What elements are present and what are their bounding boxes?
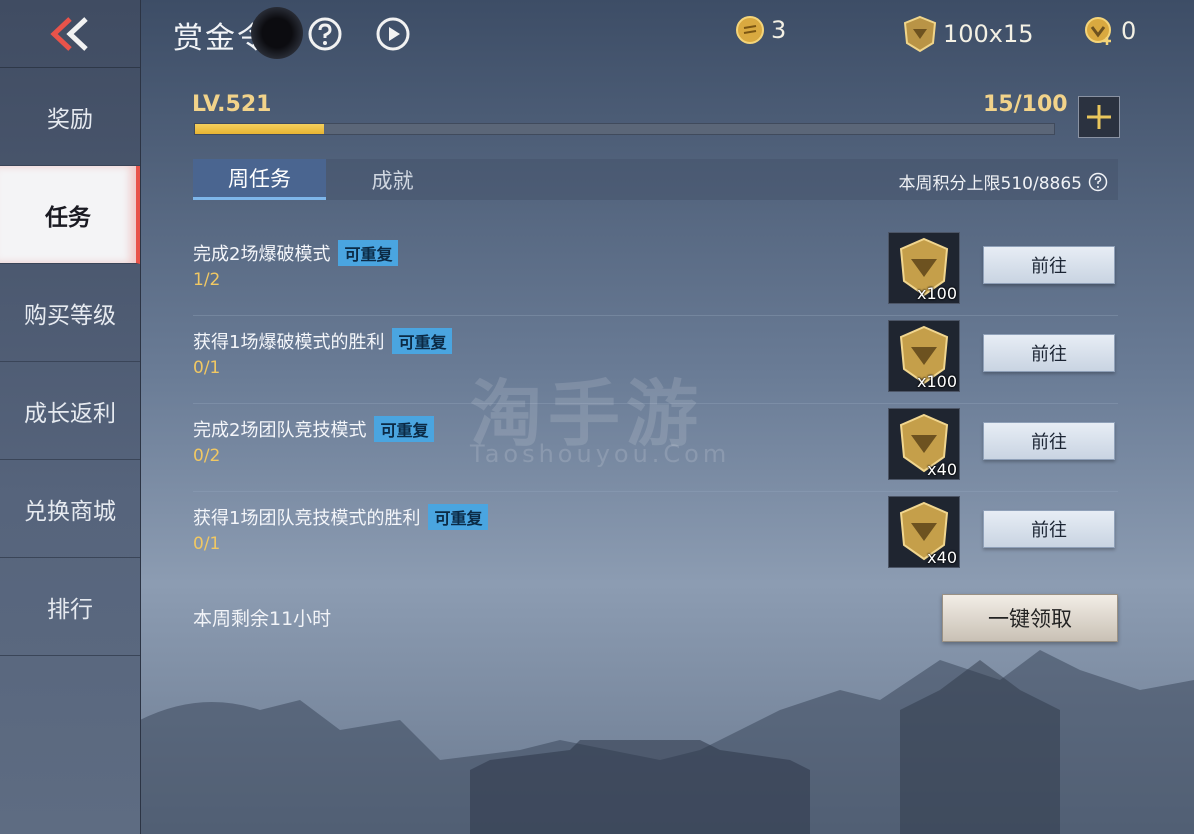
sidebar-item-growth-rebate[interactable]: 成长返利 (0, 362, 140, 460)
repeatable-tag: 可重复 (392, 328, 453, 354)
sidebar-item-tasks[interactable]: 任务 (0, 166, 140, 264)
tabs-bar: 周任务 成就 本周积分上限510/8865 (193, 159, 1118, 200)
task-row: 完成2场团队竞技模式 可重复 0/2 x40 前往 (193, 405, 1118, 492)
reward-count: x100 (916, 284, 957, 303)
task-title-text: 完成2场爆破模式 (193, 244, 331, 265)
reward-item[interactable]: x40 (888, 496, 960, 568)
level-progress-bar (194, 123, 1055, 135)
repeatable-tag: 可重复 (374, 416, 435, 442)
level-label: LV.521 (192, 92, 272, 117)
claim-all-button[interactable]: 一键领取 (942, 594, 1118, 642)
task-title: 完成2场团队竞技模式 可重复 (193, 416, 435, 442)
task-row: 获得1场团队竞技模式的胜利 可重复 0/1 x40 前往 (193, 493, 1118, 579)
reward-count: x100 (916, 372, 957, 391)
task-row: 完成2场爆破模式 可重复 1/2 x100 前往 (193, 229, 1118, 316)
task-progress: 0/1 (193, 534, 221, 554)
sidebar-item-rewards[interactable]: 奖励 (0, 68, 140, 166)
sidebar-item-label: 购买等级 (24, 302, 116, 329)
sidebar-item-label: 奖励 (47, 106, 93, 133)
go-button[interactable]: 前往 (983, 510, 1115, 548)
sidebar-item-ranking[interactable]: 排行 (0, 558, 140, 656)
task-title-text: 获得1场团队竞技模式的胜利 (193, 508, 421, 529)
coin-value: 3 (771, 16, 787, 44)
level-progress-fill (195, 124, 324, 134)
sidebar-item-label: 成长返利 (24, 400, 116, 427)
task-title-text: 获得1场爆破模式的胜利 (193, 332, 385, 353)
task-title: 完成2场爆破模式 可重复 (193, 240, 399, 266)
go-button[interactable]: 前往 (983, 422, 1115, 460)
repeatable-tag: 可重复 (428, 504, 489, 530)
sidebar-item-label: 排行 (47, 596, 93, 623)
reward-count: x40 (927, 548, 957, 567)
medal-value: 100x15 (943, 20, 1034, 48)
medal-currency: 100x15 (903, 15, 1034, 53)
task-title-text: 完成2场团队竞技模式 (193, 420, 367, 441)
task-progress: 1/2 (193, 270, 221, 290)
go-button[interactable]: 前往 (983, 334, 1115, 372)
task-progress: 0/2 (193, 446, 221, 466)
task-row: 获得1场爆破模式的胜利 可重复 0/1 x100 前往 (193, 317, 1118, 404)
coin-icon (736, 16, 764, 44)
task-title: 获得1场团队竞技模式的胜利 可重复 (193, 504, 489, 530)
help-icon (308, 17, 342, 51)
weekly-limit-text: 本周积分上限510/8865 (898, 174, 1082, 194)
play-video-button[interactable] (376, 17, 410, 51)
chevron-left-icon (50, 16, 88, 51)
sidebar-item-label: 任务 (45, 204, 91, 231)
tab-weekly-tasks[interactable]: 周任务 (193, 159, 326, 200)
sidebar-item-exchange-shop[interactable]: 兑换商城 (0, 460, 140, 558)
reward-count: x40 (927, 460, 957, 479)
reward-item[interactable]: x40 (888, 408, 960, 480)
weekly-points-limit: 本周积分上限510/8865 (899, 169, 1108, 194)
coin-currency: 3 (735, 15, 786, 45)
reward-item[interactable]: x100 (888, 232, 960, 304)
floating-overlay-icon[interactable] (251, 7, 303, 59)
go-button[interactable]: 前往 (983, 246, 1115, 284)
add-level-button[interactable] (1078, 96, 1120, 138)
task-progress: 0/1 (193, 358, 221, 378)
task-title: 获得1场爆破模式的胜利 可重复 (193, 328, 453, 354)
vip-currency: 0 (1083, 15, 1136, 47)
sidebar-item-label: 兑换商城 (24, 498, 116, 525)
sidebar-item-buy-level[interactable]: 购买等级 (0, 264, 140, 362)
tab-achievements[interactable]: 成就 (326, 159, 459, 200)
back-button[interactable] (0, 0, 140, 68)
sidebar: 奖励 任务 购买等级 成长返利 兑换商城 排行 (0, 0, 141, 834)
plus-icon (1087, 105, 1111, 129)
level-progress-count: 15/100 (983, 92, 1068, 117)
help-icon[interactable] (1088, 172, 1108, 192)
weekly-remaining-time: 本周剩余11小时 (193, 608, 332, 630)
repeatable-tag: 可重复 (338, 240, 399, 266)
vip-value: 0 (1121, 17, 1137, 45)
help-button[interactable] (308, 17, 342, 51)
vip-coin-icon (1085, 17, 1111, 45)
top-bar: 赏金令 3 100x15 0 (140, 0, 1194, 67)
medal-icon (903, 15, 937, 53)
reward-item[interactable]: x100 (888, 320, 960, 392)
play-icon (376, 17, 410, 51)
